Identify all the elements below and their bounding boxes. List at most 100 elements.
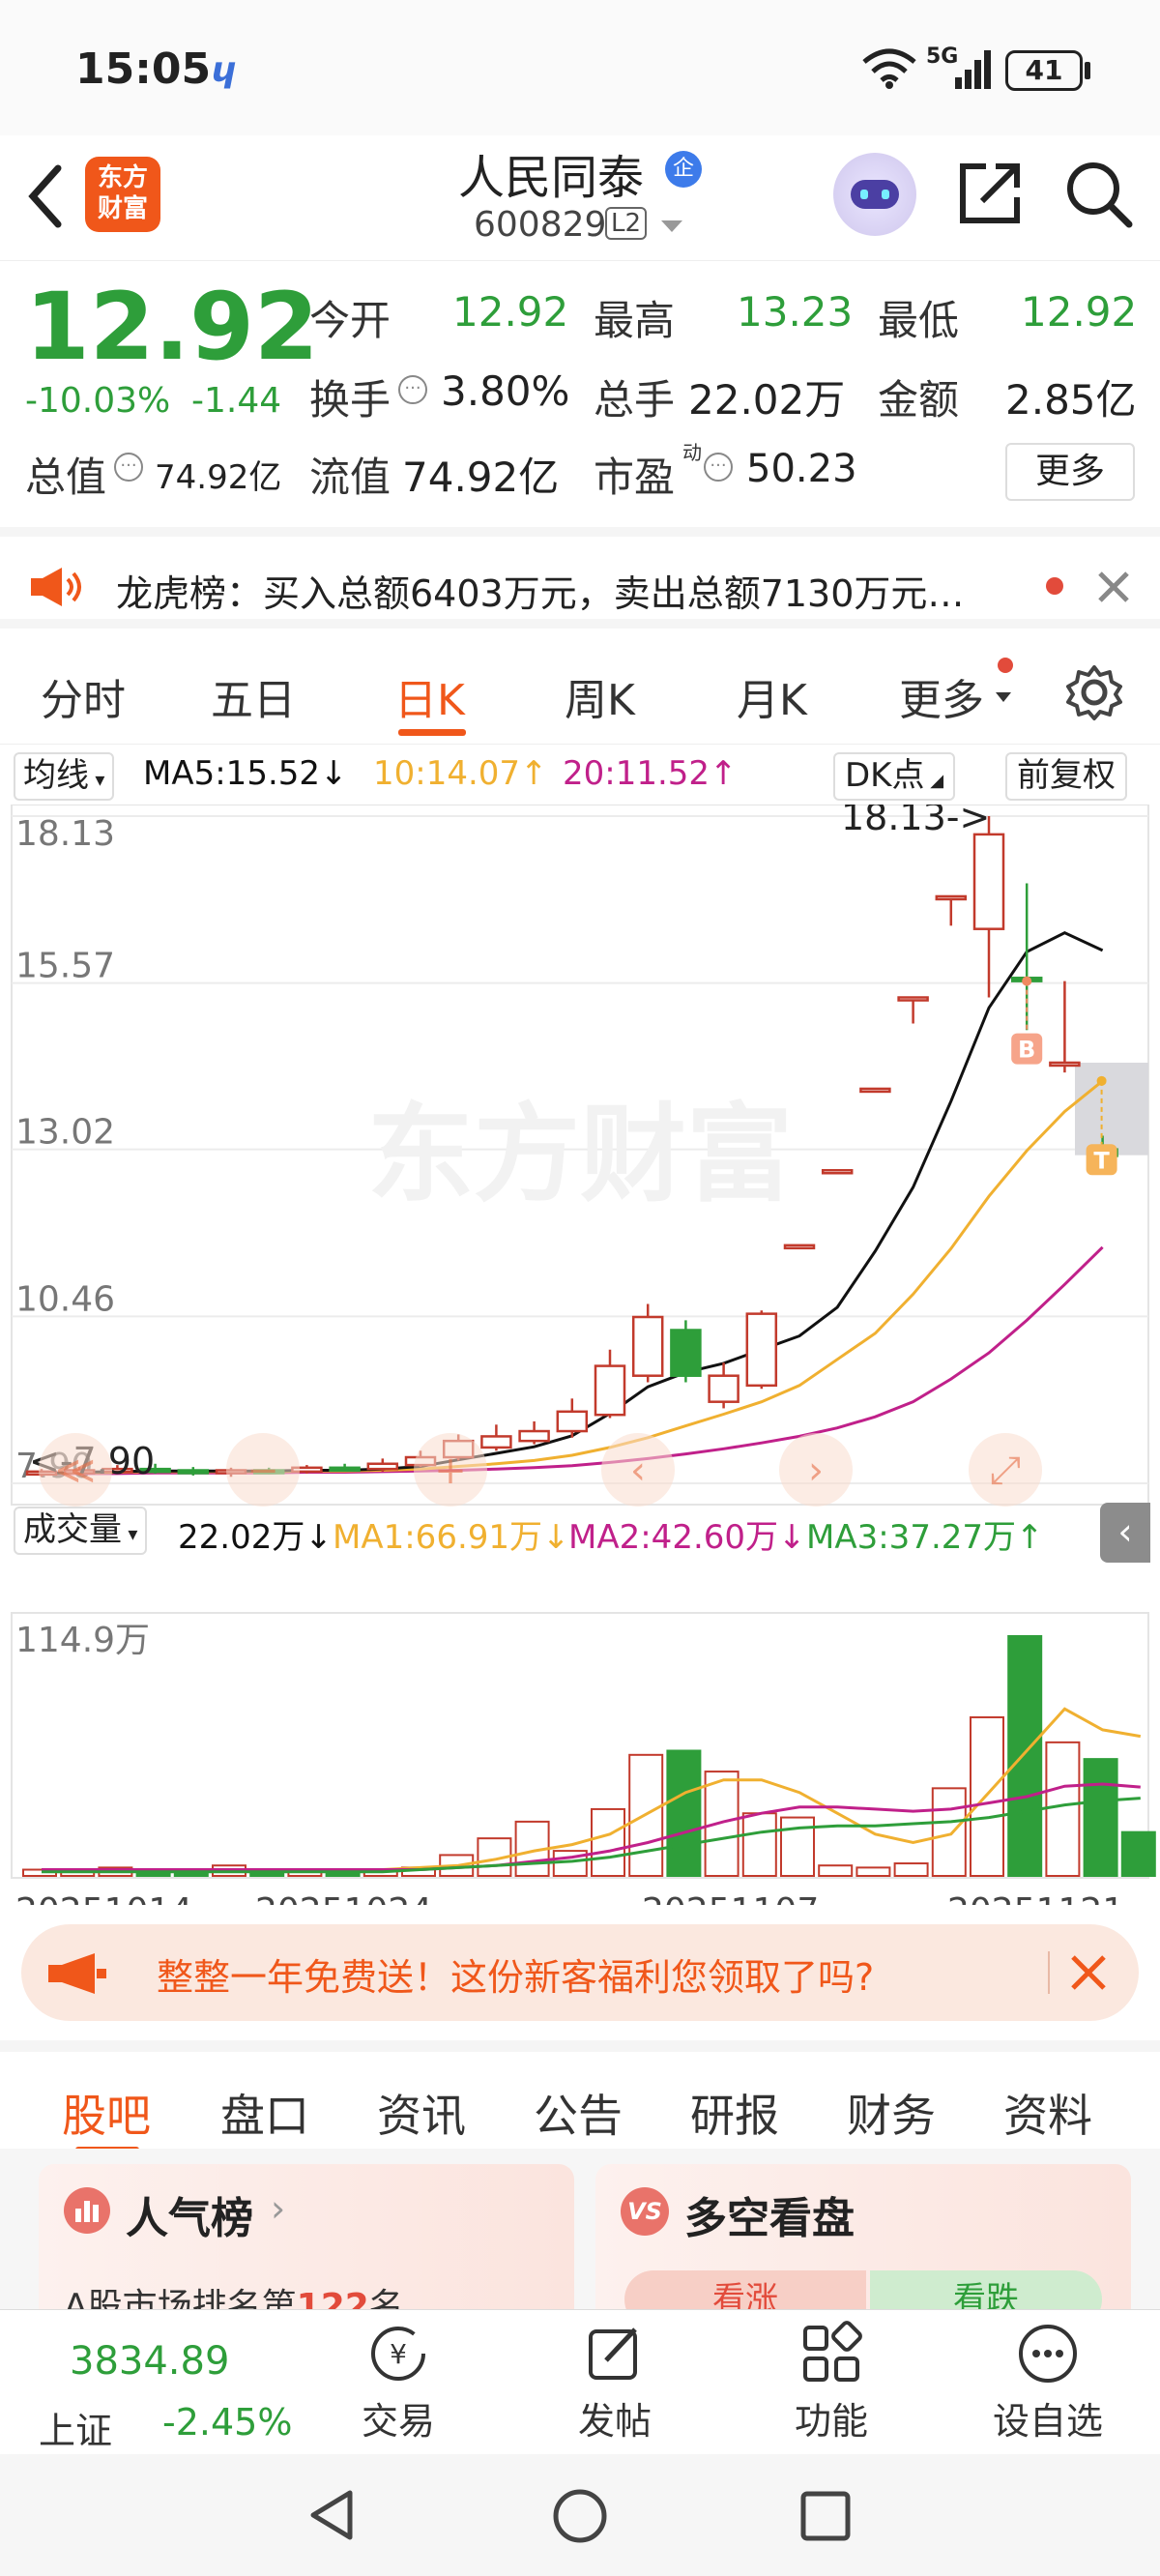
level-badge[interactable]: L2 (605, 207, 648, 240)
search-icon[interactable] (1061, 157, 1135, 230)
more-dots-icon (1019, 2325, 1077, 2383)
open-label: 今开 (309, 297, 392, 344)
bull-bear-card[interactable]: VS 多空看盘 看涨 看跌 (595, 2164, 1131, 2328)
index-name[interactable]: 上证 (39, 2401, 112, 2454)
tab-guba[interactable]: 股吧 (62, 2081, 151, 2145)
promo-text[interactable]: 整整一年免费送！这份新客福利您领取了吗? (157, 1947, 874, 2001)
more-button[interactable]: 更多 (1005, 443, 1135, 501)
trade-label: 交易 (361, 2400, 435, 2443)
high-label: 最高 (594, 297, 676, 344)
trade-button[interactable]: ¥ 交易 (331, 2320, 466, 2444)
chevron-down-icon (996, 692, 1011, 702)
status-time: 15:05 (75, 44, 212, 94)
adjust-mode-button[interactable]: 前复权 (1005, 752, 1127, 801)
volume-ma2: MA2:42.60万↓ (568, 1518, 806, 1557)
nav-back-icon[interactable] (305, 2487, 360, 2543)
low-value: 12.92 (1021, 288, 1138, 336)
tab-research[interactable]: 研报 (690, 2081, 779, 2145)
tab-order-book[interactable]: 盘口 (220, 2081, 309, 2145)
battery-icon: 41 (1005, 50, 1083, 91)
system-nav-bar (0, 2454, 1160, 2576)
candle (556, 1410, 589, 1433)
zoom-out-icon-glyph: − (246, 1449, 279, 1493)
turnover-value: 3.80% (441, 367, 570, 415)
stock-header: 东方 财富 人民同泰 企 600829 L2 (0, 135, 1160, 261)
volume-bar (893, 1862, 929, 1877)
settings-gear-icon[interactable] (1065, 663, 1123, 721)
buy-marker-dot (1022, 976, 1032, 986)
tab-daily-k[interactable]: 日K (394, 665, 465, 727)
tab-five-day[interactable]: 五日 (211, 665, 296, 727)
candle (366, 1462, 399, 1471)
pan-left-icon-glyph: ‹ (630, 1449, 646, 1493)
volume-bar (704, 1771, 740, 1878)
notice-bar[interactable]: 龙虎榜：买入总额6403万元，卖出总额7130万元… (0, 527, 1160, 629)
chart-period-tabs: 分时 五日 日K 周K 月K 更多 (0, 638, 1160, 745)
change-amount: -1.44 (191, 381, 282, 421)
tab-monthly-k[interactable]: 月K (737, 665, 807, 727)
tab-finance[interactable]: 财务 (847, 2081, 936, 2145)
add-watchlist-label: 设自选 (992, 2400, 1103, 2443)
candle (708, 1374, 740, 1403)
wifi-icon (862, 48, 916, 89)
info-icon[interactable]: ··· (704, 453, 733, 482)
volume-max-label: 114.9万 (15, 1621, 150, 1660)
volume-bar (1083, 1758, 1118, 1878)
index-value[interactable]: 3834.89 (70, 2339, 229, 2384)
collapse-panel-icon[interactable]: ‹ (1100, 1503, 1150, 1563)
svg-text:¥: ¥ (390, 2338, 407, 2370)
float-value: 74.92亿 (402, 454, 560, 501)
active-tab-indicator (398, 729, 466, 736)
info-icon[interactable]: ··· (398, 375, 427, 404)
current-range-box (1075, 1062, 1148, 1156)
tab-announcements[interactable]: 公告 (534, 2081, 623, 2145)
info-icon[interactable]: ··· (114, 453, 143, 482)
pe-superscript: 动 (682, 441, 702, 464)
mktcap-value: 74.92亿 (155, 458, 282, 497)
promo-divider (1048, 1951, 1050, 1994)
share-icon[interactable] (953, 157, 1027, 230)
chart-canvas[interactable]: 18.1315.5713.0210.467.90东方财富18.13-><-7.9… (0, 805, 1160, 1905)
functions-label: 功能 (794, 2400, 868, 2443)
candle (897, 996, 929, 1002)
x-date-label: 20251024 (255, 1891, 432, 1905)
turnover-label: 换手 (309, 376, 392, 424)
volume-indicator-selector[interactable]: 成交量 ▾ (14, 1507, 148, 1555)
sell-marker-label: T (1093, 1147, 1110, 1174)
index-change[interactable]: -2.45% (162, 2401, 292, 2444)
volume-bar (818, 1864, 854, 1878)
notice-text[interactable]: 龙虎榜：买入总额6403万元，卖出总额7130万元… (116, 564, 1034, 617)
post-button[interactable]: 发帖 (547, 2320, 682, 2444)
stock-name: 人民同泰 (458, 151, 645, 205)
promo-banner[interactable]: 整整一年免费送！这份新客福利您领取了吗? (21, 1924, 1139, 2021)
close-icon[interactable] (1069, 1953, 1108, 1992)
tab-more[interactable]: 更多 (899, 665, 984, 727)
popularity-card[interactable]: 人气榜 › A股市场排名第122名 (39, 2164, 574, 2328)
bottom-toolbar: 3834.89 上证 -2.45% ¥ 交易 发帖 功能 设自选 (0, 2309, 1160, 2454)
close-icon[interactable] (1094, 568, 1133, 606)
dk-point-button[interactable]: DK点 ◢ (833, 752, 956, 801)
speaker-icon (31, 568, 81, 606)
app-logo: 东方 财富 (85, 157, 160, 232)
assistant-avatar[interactable] (833, 153, 916, 236)
tab-intraday[interactable]: 分时 (41, 665, 126, 727)
kline-chart[interactable]: 均线 ▾ MA5:15.52↓ 10:14.07↑ 20:11.52↑ DK点 … (0, 745, 1160, 1905)
grid-icon (803, 2321, 862, 2382)
functions-button[interactable]: 功能 (764, 2320, 899, 2444)
tab-profile[interactable]: 资料 (1003, 2081, 1092, 2145)
tab-weekly-k[interactable]: 周K (565, 665, 635, 727)
nav-home-icon[interactable] (551, 2487, 609, 2545)
tab-news[interactable]: 资讯 (377, 2081, 466, 2145)
low-label: 最低 (878, 297, 960, 344)
add-watchlist-button[interactable]: 设自选 (980, 2320, 1116, 2444)
last-price: 12.92 (25, 273, 319, 381)
chevron-down-icon[interactable] (661, 220, 682, 232)
ma-selector[interactable]: 均线 ▾ (14, 752, 115, 801)
volume-bar (1120, 1830, 1156, 1877)
nav-recents-icon[interactable] (798, 2489, 853, 2543)
signal-icon (955, 50, 991, 89)
volume-bar (931, 1787, 967, 1877)
volume-indicator-label: 成交量 (23, 1510, 122, 1549)
app-notification-icon: ɥ (211, 50, 236, 90)
back-arrow-icon[interactable] (21, 162, 70, 230)
